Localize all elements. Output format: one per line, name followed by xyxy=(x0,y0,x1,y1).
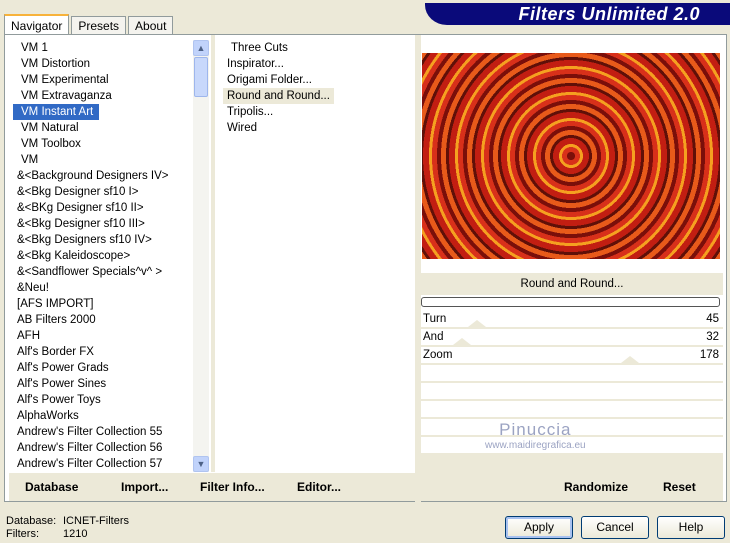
param-row xyxy=(421,401,723,417)
param-label: Zoom xyxy=(423,349,453,361)
category-item[interactable]: VM Experimental xyxy=(13,72,188,88)
watermark-url: www.maidiregrafica.eu xyxy=(485,440,586,451)
category-item[interactable]: VM Distortion xyxy=(13,56,188,72)
category-item[interactable]: VM Natural xyxy=(13,120,188,136)
category-list[interactable]: VM 1 VM Distortion VM Experimental VM Extra… xyxy=(13,40,188,472)
tab-navigator[interactable]: Navigator xyxy=(4,14,70,36)
tab-bar: Navigator Presets About xyxy=(4,14,175,36)
slider-thumb[interactable] xyxy=(467,320,486,327)
category-item[interactable]: &<BKg Designer sf10 II> xyxy=(13,200,188,216)
category-item[interactable]: &<Bkg Designers sf10 IV> xyxy=(13,232,188,248)
help-button[interactable]: Help xyxy=(657,516,725,539)
param-value: 32 xyxy=(706,331,719,343)
filter-item[interactable]: Inspirator... xyxy=(223,56,288,72)
filters-label: Filters: xyxy=(6,528,39,540)
category-item[interactable]: &<Bkg Kaleidoscope> xyxy=(13,248,188,264)
category-item[interactable]: VM Extravaganza xyxy=(13,88,188,104)
progress-bar xyxy=(421,297,720,307)
navigator-panel: VM 1 VM Distortion VM Experimental VM Extra… xyxy=(4,34,727,503)
param-value: 178 xyxy=(699,349,719,361)
param-label: Turn xyxy=(423,313,447,325)
category-scrollbar[interactable]: ▲ ▼ xyxy=(193,40,209,472)
category-item[interactable]: AlphaWorks xyxy=(13,408,188,424)
slider-thumb[interactable] xyxy=(621,356,640,363)
scroll-up-icon[interactable]: ▲ xyxy=(193,40,209,56)
category-item[interactable]: VM xyxy=(13,152,188,168)
category-item[interactable]: AFH xyxy=(13,328,188,344)
divider xyxy=(211,35,215,472)
preview-image xyxy=(422,53,720,259)
category-item[interactable]: &<Bkg Designer sf10 III> xyxy=(13,216,188,232)
filter-item[interactable]: Origami Folder... xyxy=(223,72,316,88)
param-row[interactable]: Turn 45 xyxy=(421,311,723,327)
category-item[interactable]: VM Toolbox xyxy=(13,136,188,152)
category-item[interactable]: Alf's Power Toys xyxy=(13,392,188,408)
category-item[interactable]: &Neu! xyxy=(13,280,188,296)
database-button[interactable]: Database xyxy=(25,480,78,494)
category-item[interactable]: [AFS IMPORT] xyxy=(13,296,188,312)
category-item[interactable]: &<Bkg Designer sf10 I> xyxy=(13,184,188,200)
preview-filter-name: Round and Round... xyxy=(421,273,723,295)
tab-about[interactable]: About xyxy=(128,16,174,35)
category-item[interactable]: Andrew's Filter Collection 55 xyxy=(13,424,188,440)
randomize-button[interactable]: Randomize xyxy=(564,480,628,494)
filter-item[interactable]: Round and Round... xyxy=(223,88,334,104)
scroll-thumb[interactable] xyxy=(194,57,208,97)
left-button-bar: Database Import... Filter Info... Editor… xyxy=(9,473,415,501)
filter-info-button[interactable]: Filter Info... xyxy=(200,480,265,494)
category-item[interactable]: &<Background Designers IV> xyxy=(13,168,188,184)
scroll-down-icon[interactable]: ▼ xyxy=(193,456,209,472)
param-row xyxy=(421,365,723,381)
editor-button[interactable]: Editor... xyxy=(297,480,341,494)
category-item[interactable]: VM Instant Art xyxy=(13,104,99,120)
category-item[interactable]: Alf's Power Grads xyxy=(13,360,188,376)
app-title: Filters Unlimited 2.0 xyxy=(518,4,700,24)
cancel-button[interactable]: Cancel xyxy=(581,516,649,539)
category-item[interactable]: &<Sandflower Specials^v^ > xyxy=(13,264,188,280)
watermark: Pinuccia www.maidiregrafica.eu xyxy=(485,420,586,451)
filter-item[interactable]: Three Cuts xyxy=(223,40,292,56)
right-button-bar: Randomize Reset xyxy=(421,473,723,501)
watermark-name: Pinuccia xyxy=(499,420,572,439)
app-banner: Filters Unlimited 2.0 xyxy=(425,3,730,25)
category-item[interactable]: Alf's Power Sines xyxy=(13,376,188,392)
category-item[interactable]: VM 1 xyxy=(13,40,188,56)
database-label: Database: xyxy=(6,515,57,527)
param-row[interactable]: And 32 xyxy=(421,329,723,345)
filter-item[interactable]: Tripolis... xyxy=(223,104,277,120)
database-value: ICNET-Filters xyxy=(63,515,129,527)
category-item[interactable]: Alf's Border FX xyxy=(13,344,188,360)
param-row xyxy=(421,383,723,399)
import-button[interactable]: Import... xyxy=(121,480,168,494)
tab-presets[interactable]: Presets xyxy=(71,16,127,35)
apply-button[interactable]: Apply xyxy=(505,516,573,539)
reset-button[interactable]: Reset xyxy=(663,480,696,494)
param-row[interactable]: Zoom 178 xyxy=(421,347,723,363)
slider-thumb[interactable] xyxy=(452,338,471,345)
param-value: 45 xyxy=(706,313,719,325)
filters-count: 1210 xyxy=(63,528,88,540)
category-item[interactable]: Andrew's Filter Collection 56 xyxy=(13,440,188,456)
filter-item[interactable]: Wired xyxy=(223,120,261,136)
status-info: Database: ICNET-Filters Filters: 1210 xyxy=(6,515,129,541)
filter-list[interactable]: Three Cuts Inspirator... Origami Folder...… xyxy=(223,40,413,136)
param-label: And xyxy=(423,331,444,343)
category-item[interactable]: Andrew's Filter Collection 57 xyxy=(13,456,188,472)
category-item[interactable]: AB Filters 2000 xyxy=(13,312,188,328)
